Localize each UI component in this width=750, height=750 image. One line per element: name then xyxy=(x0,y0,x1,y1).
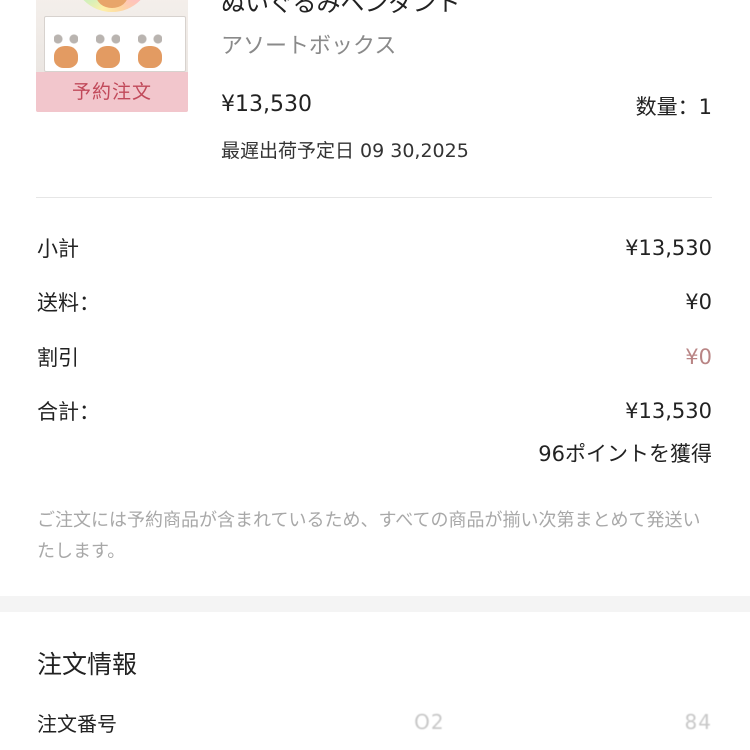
product-thumbnail[interactable]: 予約注文 xyxy=(36,0,188,112)
shipping-row: 送料： ¥0 xyxy=(37,286,712,318)
product-name[interactable]: ぬいぐるみペンダント xyxy=(221,0,461,18)
preorder-badge: 予約注文 xyxy=(36,72,188,112)
order-number-start: O2 xyxy=(414,710,445,734)
total-value: ¥13,530 xyxy=(625,399,712,423)
subtotal-row: 小計 ¥13,530 xyxy=(37,232,712,264)
product-image xyxy=(36,0,188,72)
product-price: ¥13,530 xyxy=(221,92,312,117)
section-separator xyxy=(0,596,750,612)
discount-row: 割引 ¥0 xyxy=(37,341,712,373)
plush-figure-icon xyxy=(94,34,122,68)
plush-figure-icon xyxy=(136,34,164,68)
product-variant: アソートボックス xyxy=(221,34,397,59)
order-number-row: 注文番号 O2 84 xyxy=(37,706,712,738)
order-number-label: 注文番号 xyxy=(37,711,117,736)
points-earned: 96ポイントを獲得 xyxy=(538,442,712,466)
subtotal-label: 小計 xyxy=(37,237,79,261)
total-label: 合計： xyxy=(37,400,100,424)
shipping-note: ご注文には予約商品が含まれているため、すべての商品が揃い次第まとめて発送いたしま… xyxy=(37,510,701,562)
order-number-end: 84 xyxy=(684,710,712,734)
discount-label: 割引 xyxy=(37,346,79,370)
shipping-value: ¥0 xyxy=(685,290,712,314)
subtotal-value: ¥13,530 xyxy=(625,236,712,260)
discount-value: ¥0 xyxy=(685,345,712,369)
order-number-value[interactable]: O2 84 xyxy=(414,710,712,734)
shipping-label: 送料： xyxy=(37,291,100,315)
order-info-title: 注文情報 xyxy=(37,650,138,679)
ship-date: 最遅出荷予定日 09 30,2025 xyxy=(221,140,469,162)
product-quantity: 数量：1 xyxy=(635,95,712,119)
order-confirmation-page: 予約注文 ぬいぐるみペンダント アソートボックス ¥13,530 数量：1 最遅… xyxy=(0,0,750,750)
total-row: 合計： ¥13,530 xyxy=(37,395,712,427)
divider xyxy=(36,197,712,198)
plush-figure-icon xyxy=(52,34,80,68)
